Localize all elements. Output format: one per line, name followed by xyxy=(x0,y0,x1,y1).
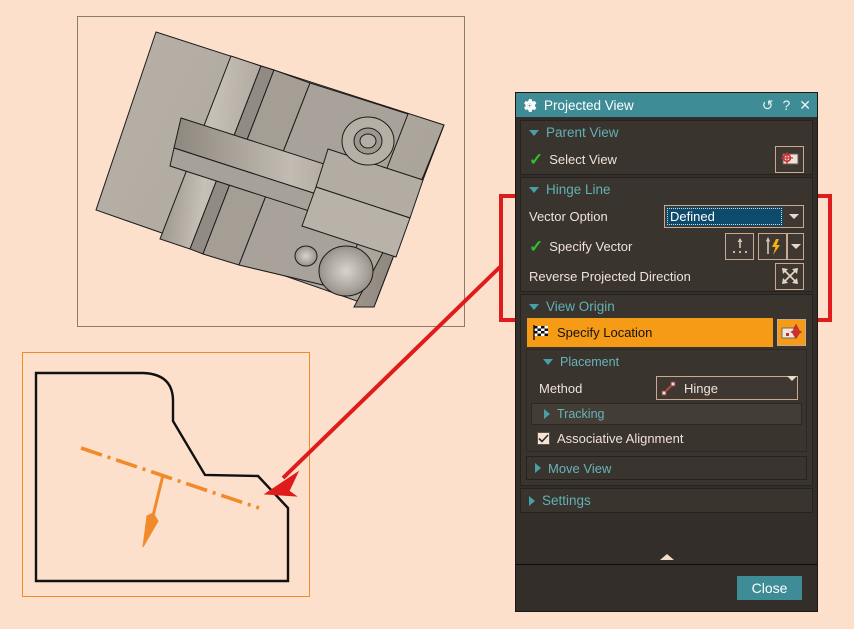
chevron-down-icon xyxy=(529,186,539,193)
section-title-settings: Settings xyxy=(542,493,591,508)
section-title-parent-view: Parent View xyxy=(546,125,619,140)
vector-option-dropdown[interactable]: Defined xyxy=(664,204,804,228)
reverse-projected-direction-label: Reverse Projected Direction xyxy=(529,268,691,284)
section-title-placement: Placement xyxy=(560,354,620,369)
specify-location-label: Specify Location xyxy=(557,325,653,340)
checkered-flag-icon xyxy=(533,325,550,340)
section-header-placement[interactable]: Placement xyxy=(527,350,806,373)
subsection-move-view-wrap: Move View xyxy=(526,456,807,480)
chevron-right-icon xyxy=(544,409,550,419)
checkmark-icon xyxy=(538,433,549,443)
row-specify-vector[interactable]: ✓ Specify Vector xyxy=(521,231,812,261)
check-icon: ✓ xyxy=(529,236,544,256)
section-view-origin: View Origin Specify Location Placement M… xyxy=(520,294,813,486)
method-dropdown[interactable]: Hinge xyxy=(656,375,798,400)
3d-model-viewport[interactable] xyxy=(77,16,465,327)
small-hole xyxy=(294,245,318,267)
vector-inferred-icon[interactable] xyxy=(758,232,787,260)
chevron-right-icon xyxy=(535,463,541,473)
point-move-icon[interactable] xyxy=(777,319,806,346)
dialog-titlebar: Projected View ↺ ? ✕ xyxy=(516,93,817,117)
2d-drawing-graphic xyxy=(34,371,290,583)
reverse-direction-icon[interactable] xyxy=(775,262,804,290)
row-specify-location[interactable]: Specify Location xyxy=(521,318,812,349)
subsection-placement: Placement Method Hinge Tracking Associat… xyxy=(526,349,807,452)
section-header-hinge-line[interactable]: Hinge Line xyxy=(521,178,812,201)
chevron-down-icon[interactable] xyxy=(787,375,797,396)
section-settings: Settings xyxy=(520,488,813,513)
hinge-line-symbol xyxy=(80,446,260,510)
check-icon: ✓ xyxy=(529,149,544,169)
close-icon[interactable]: ✕ xyxy=(799,98,811,112)
subsection-tracking[interactable]: Tracking xyxy=(531,403,802,425)
chevron-down-icon[interactable] xyxy=(784,213,803,219)
vector-dialog-glyph xyxy=(732,238,747,254)
section-title-view-origin: View Origin xyxy=(546,299,615,314)
point-move-glyph xyxy=(781,323,802,340)
chevron-down-icon xyxy=(543,358,553,365)
reset-icon[interactable]: ↺ xyxy=(762,98,774,112)
tracking-label: Tracking xyxy=(557,407,605,421)
hinge-icon xyxy=(661,381,678,396)
chevron-down-icon xyxy=(529,303,539,310)
select-view-glyph xyxy=(780,152,798,165)
associative-alignment-checkbox[interactable] xyxy=(537,431,550,445)
subsection-move-view[interactable]: Move View xyxy=(526,456,807,480)
help-icon[interactable]: ? xyxy=(782,98,790,112)
screen-root: Projected View ↺ ? ✕ Parent View ✓ Selec… xyxy=(0,0,854,629)
method-value: Hinge xyxy=(684,380,718,396)
chevron-right-icon xyxy=(529,495,535,506)
chevron-down-icon xyxy=(529,129,539,136)
counterbore-hole-upper xyxy=(341,116,395,166)
dialog-body: Parent View ✓ Select View Hinge Line Vec… xyxy=(516,117,817,550)
specify-location-button[interactable]: Specify Location xyxy=(527,318,773,347)
move-view-label: Move View xyxy=(548,460,612,476)
section-header-settings[interactable]: Settings xyxy=(521,489,812,512)
section-header-parent-view[interactable]: Parent View xyxy=(521,121,812,144)
row-select-view[interactable]: ✓ Select View xyxy=(521,144,812,174)
close-button[interactable]: Close xyxy=(737,576,802,600)
row-associative-alignment[interactable]: Associative Alignment xyxy=(527,425,806,451)
gear-icon xyxy=(522,98,537,113)
section-header-view-origin[interactable]: View Origin xyxy=(521,295,812,318)
projected-view-dialog: Projected View ↺ ? ✕ Parent View ✓ Selec… xyxy=(515,92,818,612)
dialog-footer: Close xyxy=(516,565,817,611)
specify-vector-label: Specify Vector xyxy=(549,238,633,254)
projection-direction-arrow xyxy=(142,474,165,548)
checkered-flag-glyph xyxy=(533,325,548,340)
section-title-hinge-line: Hinge Line xyxy=(546,182,611,197)
2d-drawing-viewport[interactable] xyxy=(22,352,310,597)
section-hinge-line: Hinge Line Vector Option Defined ✓ Speci… xyxy=(520,177,813,292)
dialog-title: Projected View xyxy=(544,97,634,113)
reverse-direction-glyph xyxy=(781,268,798,284)
method-label: Method xyxy=(539,380,583,396)
select-view-label: Select View xyxy=(549,151,617,167)
chevron-up-icon xyxy=(659,554,674,560)
section-parent-view: Parent View ✓ Select View xyxy=(520,120,813,175)
vector-dialog-icon[interactable] xyxy=(725,232,754,260)
panel-collapse-handle[interactable] xyxy=(516,550,817,565)
associative-alignment-label: Associative Alignment xyxy=(557,430,684,446)
vector-option-value: Defined xyxy=(666,206,783,226)
row-method: Method Hinge xyxy=(527,373,806,403)
row-vector-option: Vector Option Defined xyxy=(521,201,812,231)
large-boss xyxy=(318,245,374,297)
3d-model-graphic xyxy=(95,31,445,308)
row-reverse-projected-direction: Reverse Projected Direction xyxy=(521,261,812,291)
select-view-icon[interactable] xyxy=(775,145,804,173)
vector-options-dropdown[interactable] xyxy=(787,232,804,260)
vector-option-label: Vector Option xyxy=(529,208,608,224)
hinge-glyph xyxy=(661,381,676,395)
vector-inferred-glyph xyxy=(765,237,780,255)
